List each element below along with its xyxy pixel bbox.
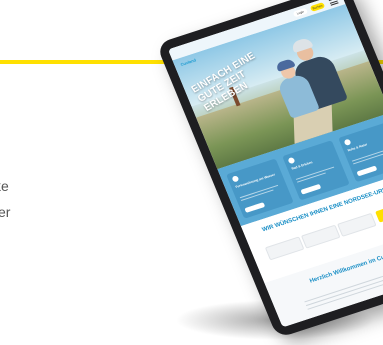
feature-card-1-button[interactable]	[244, 202, 266, 213]
side-text-line-1: ke	[0, 178, 9, 194]
leaf-icon	[343, 138, 352, 146]
feature-card-3-button[interactable]	[356, 165, 378, 177]
feature-card-3-title: Ruhe & Natur	[346, 142, 368, 153]
bike-icon	[231, 175, 240, 183]
text-line	[295, 166, 335, 180]
tablet-screen: Login Buchen Einfach eine gute Zeit erle…	[167, 0, 383, 328]
tablet-mockup: Login Buchen Einfach eine gute Zeit erle…	[156, 0, 383, 339]
feature-card-2-button[interactable]	[300, 183, 322, 195]
search-availability-button[interactable]	[375, 201, 383, 223]
departure-date-field[interactable]	[300, 224, 341, 249]
guests-field[interactable]	[337, 212, 377, 237]
feature-card-2[interactable]: Rad & Erleben	[282, 140, 350, 201]
pin-icon	[287, 156, 296, 165]
side-text-line-2: er	[0, 204, 11, 220]
feature-card-1[interactable]: Ferienwohnung am Wasser	[226, 158, 294, 219]
arrival-date-field[interactable]	[264, 236, 305, 261]
hamburger-menu-icon[interactable]	[328, 0, 339, 6]
text-line	[239, 184, 279, 199]
